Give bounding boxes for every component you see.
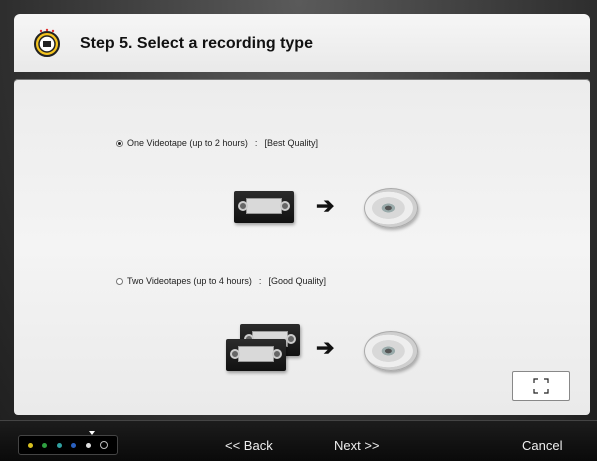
step-dot-4 — [71, 442, 77, 448]
wizard-badge-icon — [32, 28, 62, 58]
step-dot-5 — [85, 442, 91, 448]
option-two-label: Two Videotapes (up to 4 hours) — [127, 276, 252, 286]
arrow-right-icon: ➔ — [316, 335, 335, 360]
step-dot-3 — [56, 442, 62, 448]
expand-icon — [533, 378, 549, 394]
fullscreen-button[interactable] — [512, 371, 570, 401]
next-button[interactable]: Next >> — [334, 438, 380, 453]
back-button[interactable]: << Back — [225, 438, 273, 453]
radio-two-videotapes[interactable] — [116, 277, 123, 285]
option-one-label: One Videotape (up to 2 hours) — [127, 138, 248, 148]
videotape-front-image — [226, 339, 286, 371]
step-dot-1 — [27, 442, 33, 448]
radio-one-videotape[interactable] — [116, 139, 123, 147]
step-dot-2 — [42, 442, 48, 448]
step-progress-indicator — [18, 435, 118, 455]
cancel-button[interactable]: Cancel — [522, 438, 562, 453]
option-one-quality: [Best Quality] — [264, 138, 318, 148]
option-two-videotapes[interactable]: Two Videotapes (up to 4 hours) : [Good Q… — [116, 276, 326, 286]
option-two-quality: [Good Quality] — [268, 276, 326, 286]
dvd-disc-icon — [364, 331, 418, 371]
videotape-image — [234, 191, 294, 223]
option-one-separator: : — [254, 138, 258, 148]
option-two-separator: : — [258, 276, 262, 286]
page-title: Step 5. Select a recording type — [80, 35, 313, 52]
arrow-right-icon: ➔ — [316, 193, 335, 218]
header-bar: Step 5. Select a recording type — [14, 14, 590, 72]
content-panel: One Videotape (up to 2 hours) : [Best Qu… — [14, 79, 590, 415]
dvd-disc-icon — [364, 188, 418, 228]
option-one-videotape[interactable]: One Videotape (up to 2 hours) : [Best Qu… — [116, 138, 318, 148]
step-dot-6 — [100, 441, 109, 449]
wizard-window: Step 5. Select a recording type One Vide… — [0, 0, 597, 461]
